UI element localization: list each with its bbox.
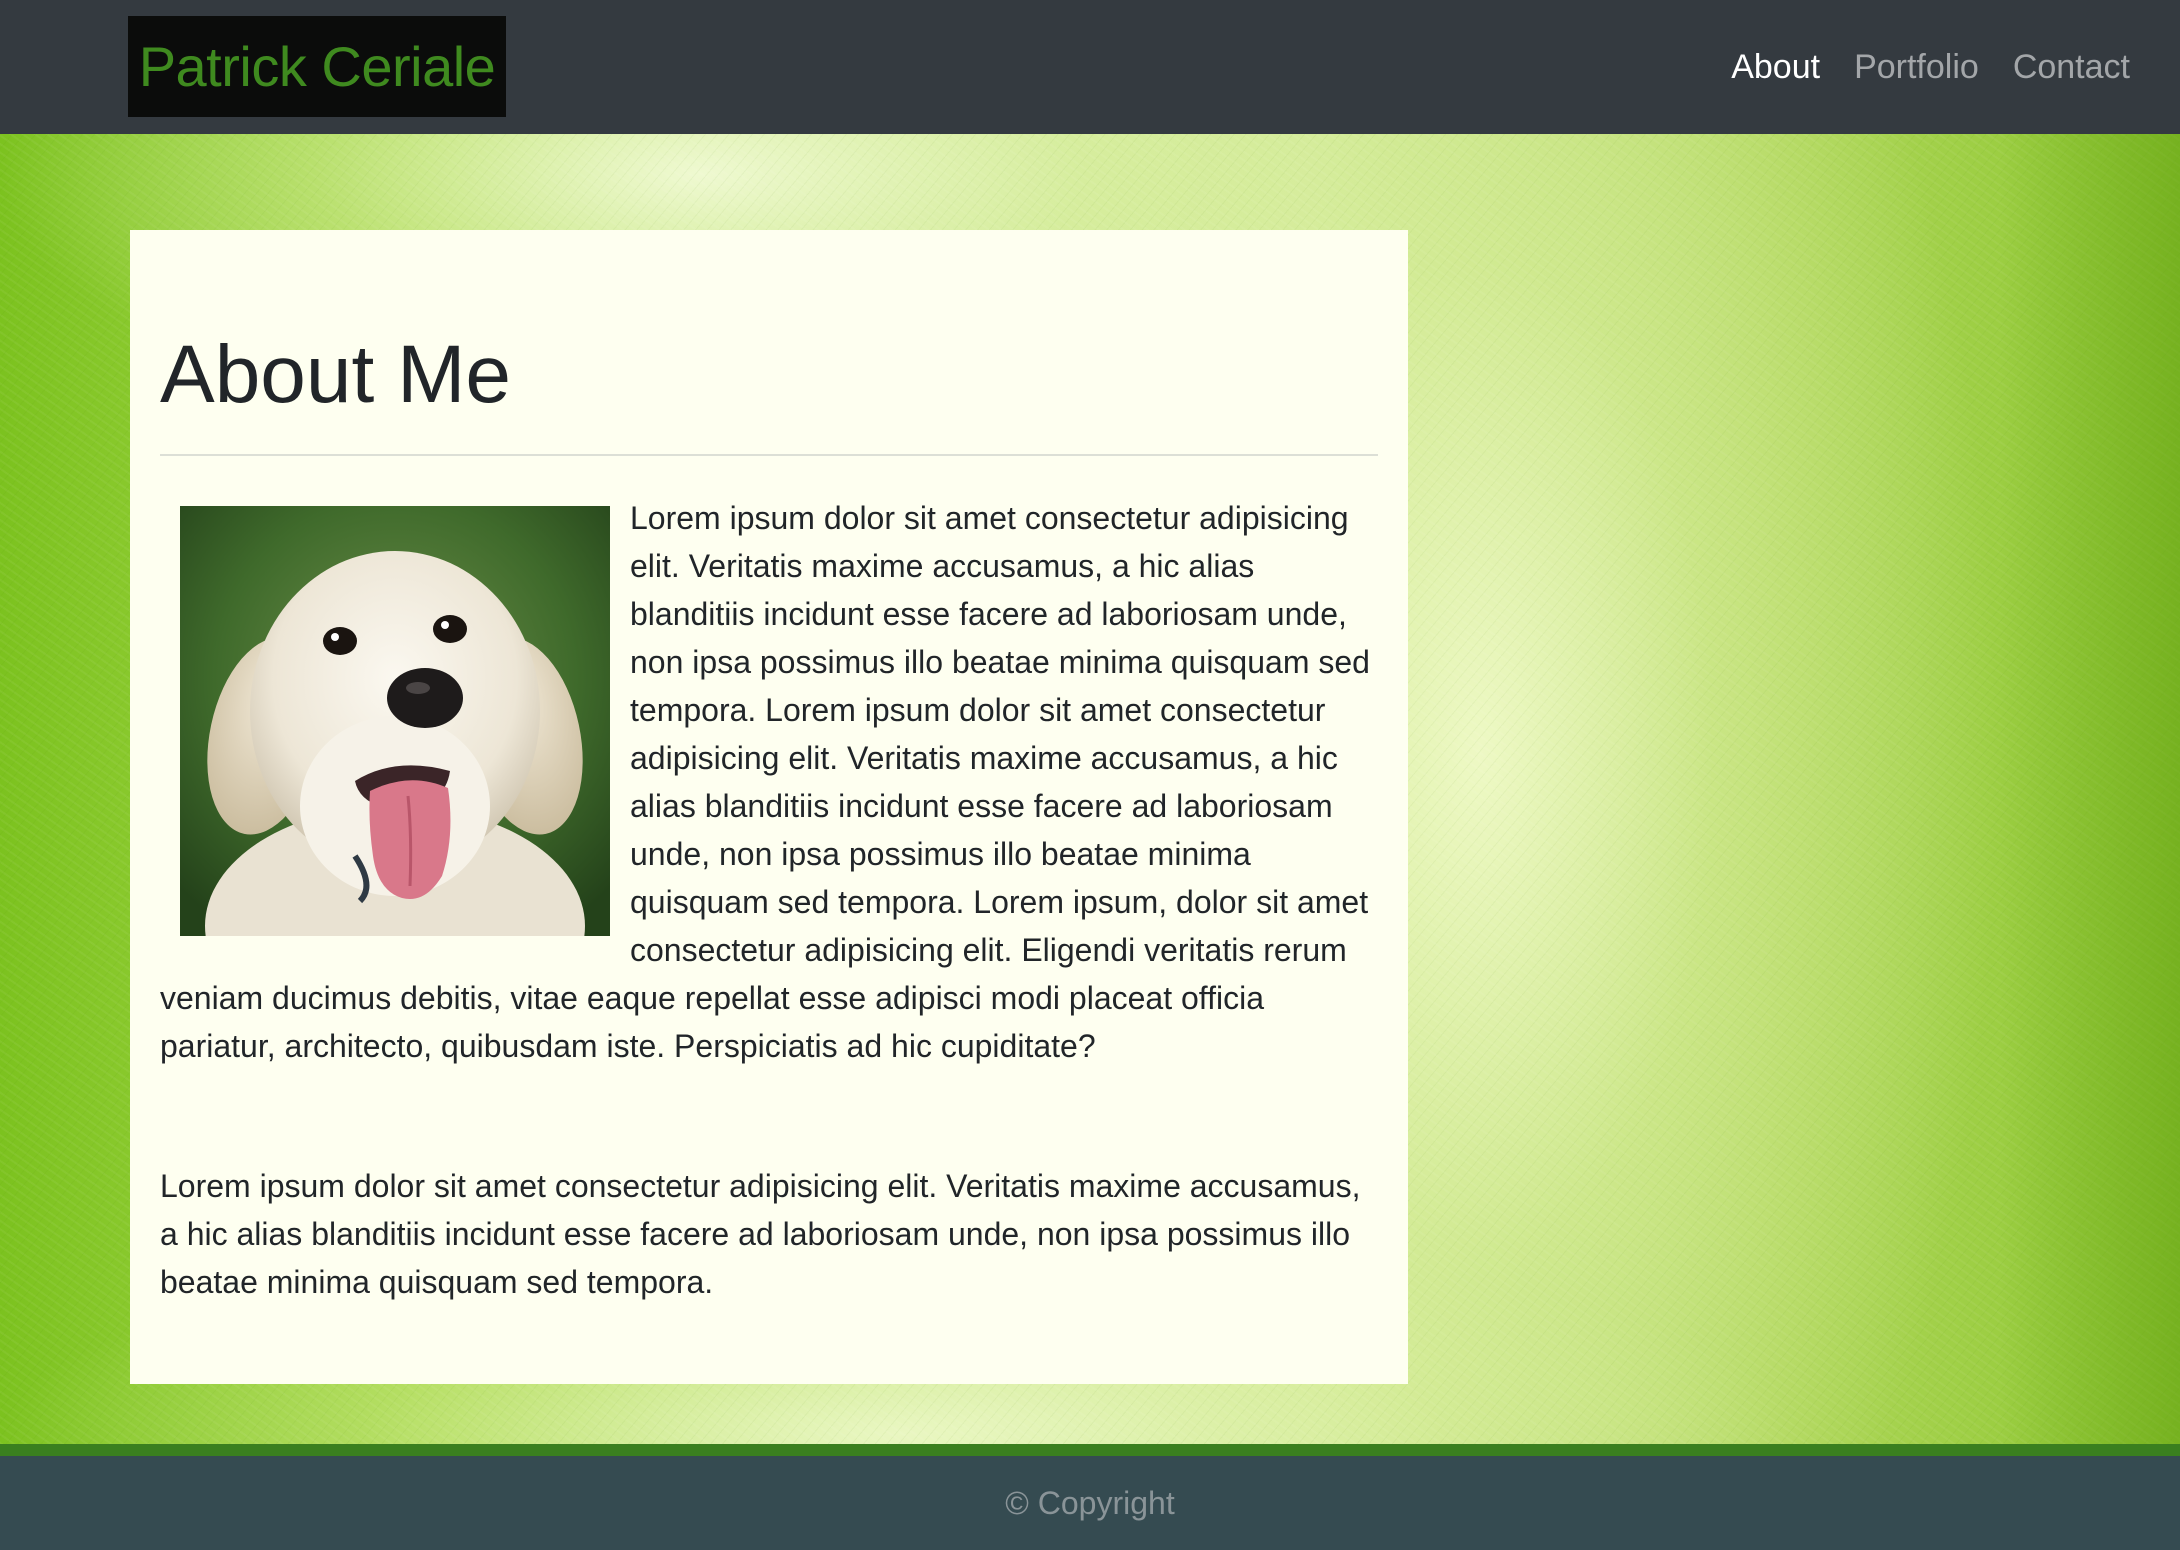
nav-link-contact[interactable]: Contact	[2013, 48, 2130, 87]
nav-links: About Portfolio Contact	[1731, 0, 2130, 134]
about-paragraph-2: Lorem ipsum dolor sit amet consectetur a…	[160, 1168, 1361, 1300]
about-card: About Me Lorem ipsum dolor sit amet cons…	[130, 230, 1408, 1384]
footer-stripe	[0, 1444, 2180, 1456]
background-shade	[2000, 134, 2180, 1444]
puppy-photo	[180, 506, 610, 936]
top-navbar: Patrick Ceriale About Portfolio Contact	[0, 0, 2180, 134]
title-divider	[160, 454, 1378, 456]
copyright-text: © Copyright	[1005, 1484, 1175, 1521]
brand-logo-link[interactable]: Patrick Ceriale	[128, 16, 506, 117]
page-footer: © Copyright	[0, 1456, 2180, 1550]
nav-link-about[interactable]: About	[1731, 48, 1820, 87]
about-body: Lorem ipsum dolor sit amet consectetur a…	[160, 494, 1378, 1070]
nav-link-portfolio[interactable]: Portfolio	[1854, 48, 1979, 87]
page-title: About Me	[160, 329, 511, 420]
